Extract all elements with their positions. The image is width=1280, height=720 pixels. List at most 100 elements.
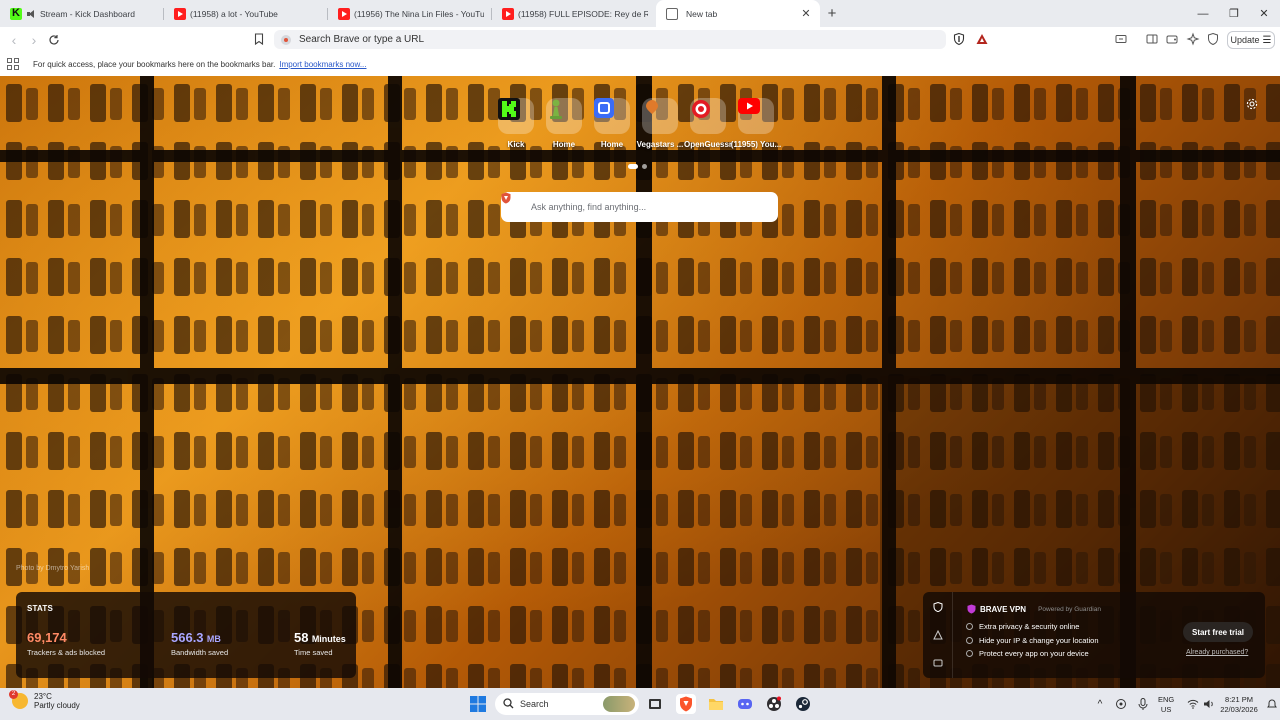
steam-icon[interactable] xyxy=(793,694,813,714)
wallet-icon[interactable] xyxy=(1114,32,1128,46)
cards-icon[interactable] xyxy=(933,658,943,668)
address-input[interactable] xyxy=(299,34,946,45)
brave-search-icon xyxy=(501,192,521,213)
tab-kick-dashboard[interactable]: Stream - Kick Dashboard xyxy=(0,0,164,27)
vpn-shield-icon[interactable] xyxy=(933,602,943,612)
top-site-label: OpenGuessr xyxy=(684,140,733,149)
time-saved-unit: Minutes xyxy=(311,634,346,644)
update-label: Update xyxy=(1230,35,1260,45)
chevron-up-icon[interactable]: ^ xyxy=(1090,694,1110,714)
search-icon xyxy=(503,697,514,711)
brave-shields-icon[interactable] xyxy=(952,32,966,46)
weather-widget[interactable]: 2 23°C Partly cloudy xyxy=(9,690,80,710)
kick-icon xyxy=(498,98,534,134)
brave-icon xyxy=(666,7,678,20)
notification-badge: 2 xyxy=(9,690,18,699)
top-site-label: Kick xyxy=(507,140,525,149)
new-tab-button[interactable]: + xyxy=(820,0,844,27)
vpn-feature: Hide your IP & change your location xyxy=(966,634,1099,648)
update-button[interactable]: Update ☰ xyxy=(1227,31,1275,49)
start-free-trial-button[interactable]: Start free trial xyxy=(1183,622,1253,642)
new-tab-search[interactable] xyxy=(501,192,778,222)
top-sites: Kick Home Home Vegastars ... OpenGuessr xyxy=(495,98,781,149)
microphone-icon[interactable] xyxy=(1133,694,1153,714)
apps-grid-icon[interactable] xyxy=(7,58,19,70)
reload-button[interactable] xyxy=(46,32,62,48)
vegastars-icon xyxy=(642,98,678,134)
menu-icon: ☰ xyxy=(1262,34,1272,46)
obs-icon[interactable] xyxy=(764,694,784,714)
tab-youtube-a-lot[interactable]: (11958) a lot - YouTube xyxy=(164,0,328,27)
brave-browser-taskbar-icon[interactable] xyxy=(676,694,696,714)
start-button[interactable] xyxy=(468,694,488,714)
tab-new-tab[interactable]: New tab ✕ xyxy=(656,0,820,27)
notifications-icon[interactable] xyxy=(1262,694,1280,714)
top-site-kick[interactable]: Kick xyxy=(495,98,537,149)
tab-title: Stream - Kick Dashboard xyxy=(40,8,135,19)
vpn-features: Extra privacy & security online Hide you… xyxy=(966,620,1099,661)
file-explorer-icon[interactable] xyxy=(706,694,726,714)
task-view-icon[interactable] xyxy=(645,694,665,714)
top-site-home-app[interactable]: Home xyxy=(591,98,633,149)
close-tab-icon[interactable]: ✕ xyxy=(800,8,812,20)
import-bookmarks-link[interactable]: Import bookmarks now... xyxy=(279,60,366,69)
minimize-button[interactable]: — xyxy=(1187,0,1219,27)
tab-title: (11956) The Nina Lin Files - YouTube xyxy=(354,8,484,19)
volume-icon[interactable] xyxy=(1199,694,1219,714)
vpn-icon[interactable] xyxy=(1206,32,1220,46)
square-app-icon xyxy=(594,98,630,134)
tab-youtube-nina-lin[interactable]: (11956) The Nina Lin Files - YouTube xyxy=(328,0,492,27)
language-indicator[interactable]: ENG US xyxy=(1158,695,1174,715)
youtube-icon xyxy=(502,7,514,20)
photo-credit[interactable]: Photo by Dmytro Yarish xyxy=(16,565,89,572)
back-button[interactable]: ‹ xyxy=(6,32,22,48)
top-site-vegastars[interactable]: Vegastars ... xyxy=(636,98,684,149)
restore-button[interactable]: ❐ xyxy=(1218,0,1250,27)
bookmark-icon[interactable] xyxy=(252,32,266,46)
time-saved-value: 58 xyxy=(294,630,309,645)
reload-icon xyxy=(49,35,59,45)
leo-ai-icon[interactable] xyxy=(1186,32,1200,46)
tab-strip: Stream - Kick Dashboard (11958) a lot - … xyxy=(0,0,1280,27)
forward-button[interactable]: › xyxy=(26,32,42,48)
top-site-youtube[interactable]: (11955) You... xyxy=(731,98,781,149)
taskbar-search[interactable]: Search xyxy=(495,693,639,715)
already-purchased-link[interactable]: Already purchased? xyxy=(1186,649,1248,656)
widget-switcher xyxy=(923,592,953,678)
bookmarks-bar: For quick access, place your bookmarks h… xyxy=(0,52,1280,76)
top-site-home-chess[interactable]: Home xyxy=(543,98,585,149)
bookmarks-hint: For quick access, place your bookmarks h… xyxy=(33,59,276,69)
discord-icon[interactable] xyxy=(735,694,755,714)
clock[interactable]: 8:21 PM 22/03/2026 xyxy=(1218,695,1260,715)
rewards-triangle-icon[interactable] xyxy=(933,630,943,640)
language-code: ENG xyxy=(1158,695,1175,704)
network-sharing-icon[interactable] xyxy=(1111,694,1131,714)
address-bar[interactable] xyxy=(274,30,946,49)
muted-speaker-icon[interactable] xyxy=(26,9,36,19)
tab-youtube-rey-de-reyes[interactable]: (11958) FULL EPISODE: Rey de Reyes xyxy=(492,0,656,27)
customize-gear-icon[interactable] xyxy=(1245,97,1259,111)
pager-dot[interactable] xyxy=(642,164,647,169)
openguessr-icon xyxy=(690,98,726,134)
youtube-icon xyxy=(174,7,186,20)
new-tab-search-input[interactable] xyxy=(531,202,778,212)
vpn-powered-by: Powered by Guardian xyxy=(1038,605,1101,613)
bandwidth-unit: MB xyxy=(206,634,221,644)
brave-rewards-icon[interactable] xyxy=(975,32,989,46)
stats-heading: STATS xyxy=(27,604,54,613)
pager-dot-active[interactable] xyxy=(628,164,638,169)
trackers-label: Trackers & ads blocked xyxy=(27,648,106,657)
top-site-openguessr[interactable]: OpenGuessr xyxy=(684,98,733,149)
vpn-title: BRAVE VPN xyxy=(980,604,1027,614)
weather-desc: Partly cloudy xyxy=(34,701,80,710)
bandwidth-label: Bandwidth saved xyxy=(171,648,229,657)
top-site-label: Vegastars ... xyxy=(636,140,684,149)
vpn-feature: Protect every app on your device xyxy=(966,647,1099,661)
sidebar-icon[interactable] xyxy=(1145,32,1159,46)
weather-temp: 23°C xyxy=(34,692,52,701)
close-window-button[interactable]: ✕ xyxy=(1248,0,1280,27)
crypto-wallet-icon[interactable] xyxy=(1165,32,1179,46)
top-site-label: Home xyxy=(600,140,624,149)
clock-time: 8:21 PM xyxy=(1225,695,1253,704)
vpn-logo-icon xyxy=(967,604,976,614)
